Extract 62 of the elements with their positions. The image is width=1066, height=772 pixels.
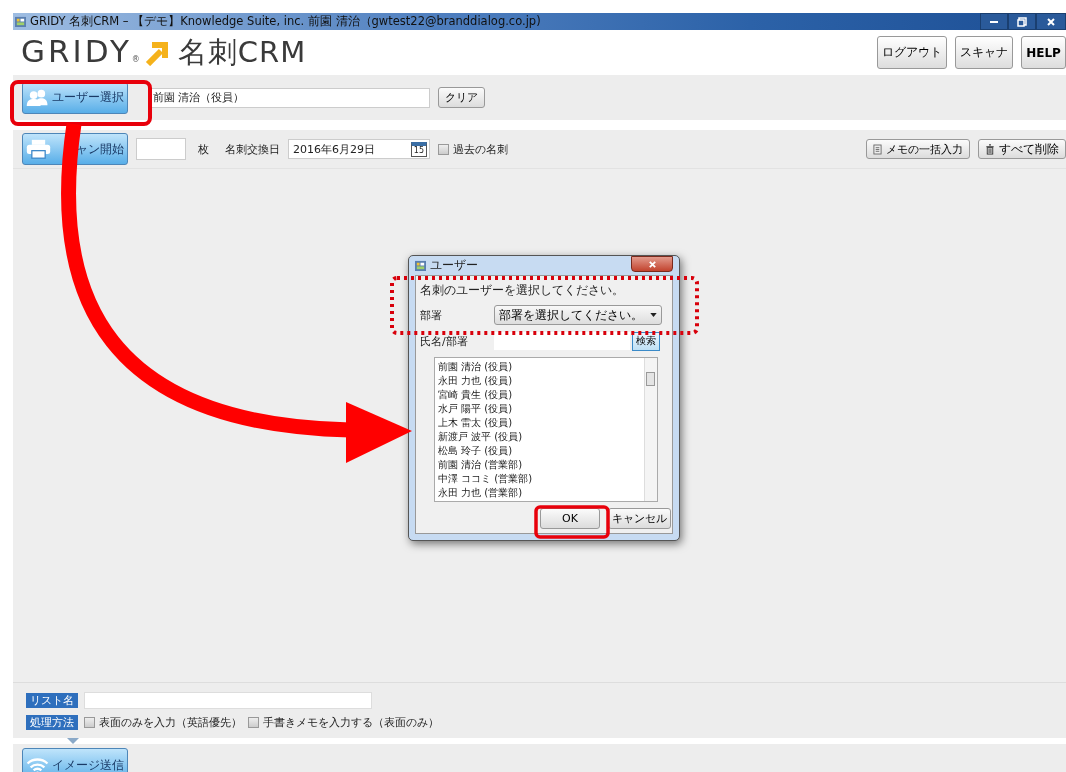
arrow-logo-icon [143,39,170,66]
close-button[interactable] [1036,13,1066,30]
delete-all-button[interactable]: すべて削除 [978,139,1066,159]
app-icon [415,260,426,271]
checkbox-label: 表面のみを入力（英語優先） [99,714,242,730]
registered-mark: ® [131,54,140,64]
date-label: 名刺交換日 [225,141,280,157]
search-button[interactable]: 検索 [632,331,660,351]
department-dropdown[interactable]: 部署を選択してください。 [494,305,662,325]
user-list-item[interactable]: 松島 玲子 (役員) [438,444,641,458]
scrollbar[interactable] [644,358,657,501]
close-button[interactable] [631,256,673,272]
printer-icon [26,138,51,160]
product-name: 名刺CRM [177,33,307,71]
calendar-button[interactable]: 15 [410,141,427,157]
minimize-icon [990,20,998,23]
logo-text: GRIDY [21,32,132,69]
users-icon [26,87,49,108]
dropdown-caret-icon [650,313,657,317]
user-list-item[interactable]: 宮崎 貴生 (役員) [438,388,641,402]
dialog-prompt: 名刺のユーザーを選択してください。 [420,282,625,299]
document-icon [873,143,882,155]
dialog-title: ユーザー [430,257,478,274]
clear-button[interactable]: クリア [438,87,485,108]
bulk-memo-button[interactable]: メモの一括入力 [866,139,970,159]
close-icon [647,259,657,269]
date-field[interactable]: 2016年6月29日 15 [288,139,430,159]
checkbox[interactable] [84,716,95,728]
send-image-button[interactable]: イメージ送信 [22,748,128,772]
name-search-field[interactable] [494,332,630,350]
header-button[interactable]: ログアウト [877,36,947,69]
minimize-button[interactable] [980,13,1008,30]
trash-icon [985,143,995,155]
header-button[interactable]: HELP [1021,36,1066,69]
user-list-item[interactable]: 中澤 ココミ (営業部) [438,472,641,486]
user-list-item[interactable]: 前園 清治 (営業部) [438,458,641,472]
app-icon [15,16,26,27]
restore-button[interactable] [1008,13,1036,30]
count-field[interactable] [136,138,186,160]
header-button[interactable]: スキャナ [955,36,1013,69]
user-list-item[interactable]: 永田 力也 (営業部) [438,486,641,500]
ok-button[interactable]: OK [540,508,600,529]
method-label: 処理方法 [26,714,78,730]
user-list-item[interactable]: 永田 力也 (役員) [438,374,641,388]
checkbox-label: 手書きメモを入力する（表面のみ） [263,714,439,730]
list-name-field[interactable] [84,691,372,709]
cancel-button[interactable]: キャンセル [608,508,671,529]
checkbox[interactable] [438,143,449,155]
user-list-item[interactable]: 前園 清治 (役員) [438,360,641,374]
window-title: GRIDY 名刺CRM – 【デモ】Knowledge Suite, inc. 前園 清治（gwtest22@branddialog.co.jp) [30,14,541,29]
restore-icon [1017,16,1027,27]
name-label: 氏名/部署 [420,333,469,349]
collapse-arrow-icon[interactable] [67,738,79,744]
checkbox[interactable] [248,716,259,728]
user-list-item[interactable]: 水戸 陽平 (役員) [438,402,641,416]
department-label: 部署 [420,307,443,323]
user-list-item[interactable]: 上木 雷太 (役員) [438,416,641,430]
list-name-label: リスト名 [26,692,78,708]
checkbox-label: 過去の名刺 [453,141,508,157]
count-unit: 枚 [198,141,209,157]
close-icon [1046,16,1056,27]
user-list-item[interactable]: 新渡戸 波平 (役員) [438,430,641,444]
